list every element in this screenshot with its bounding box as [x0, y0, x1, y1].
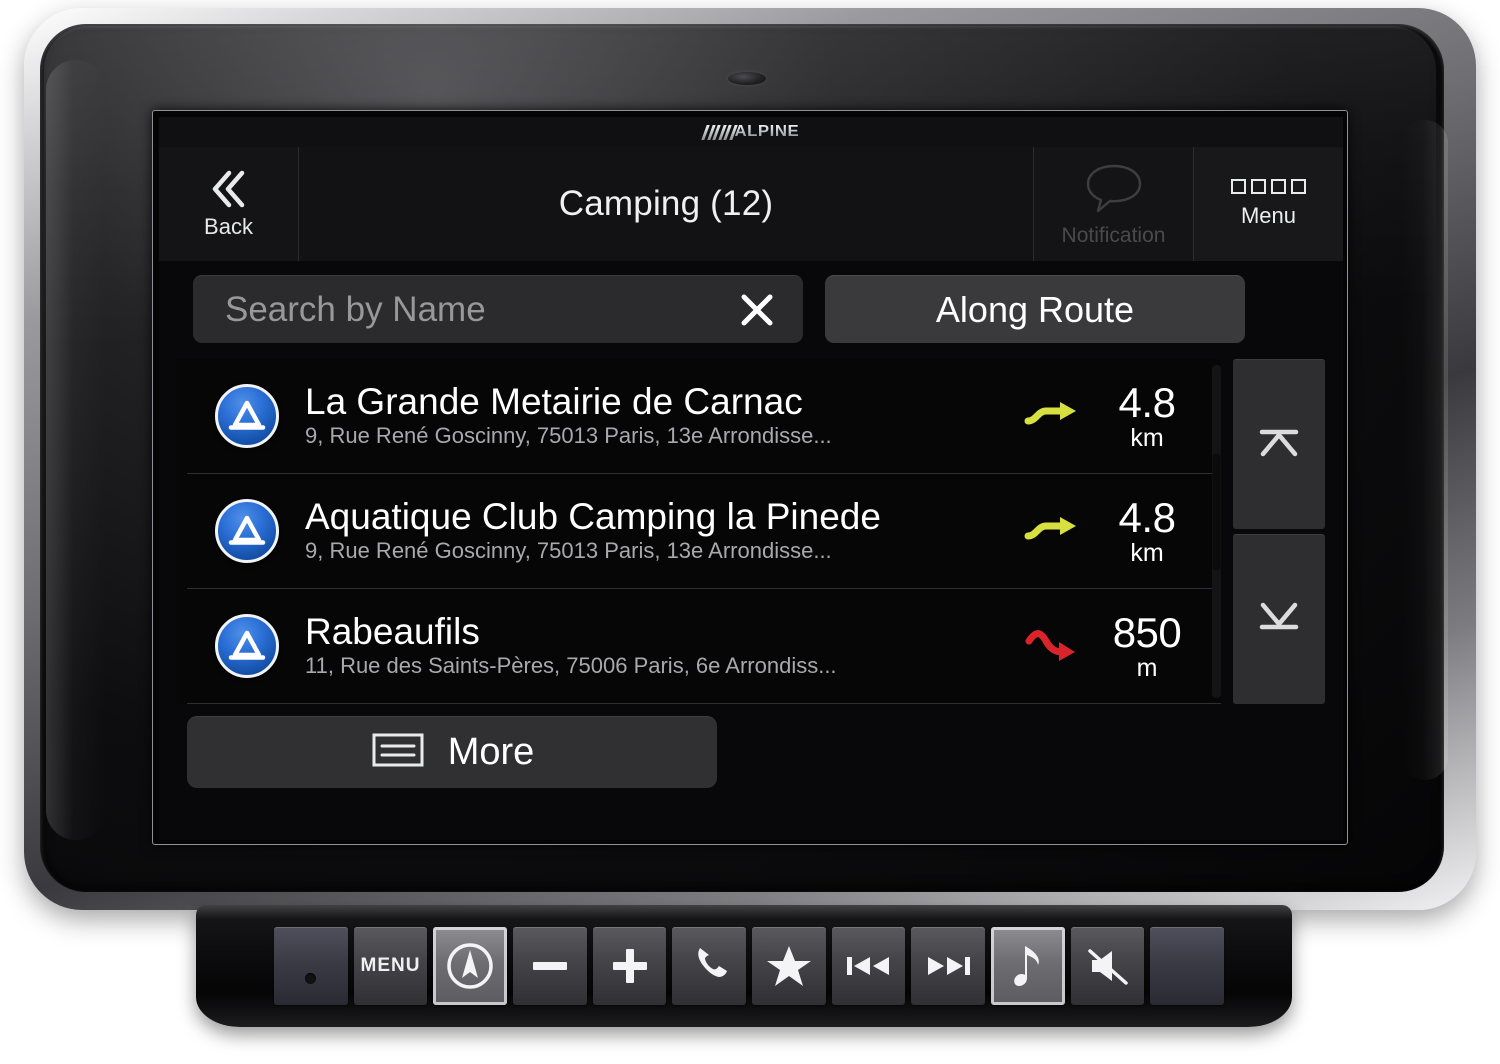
hw-button-menu[interactable]: MENU — [353, 927, 428, 1005]
mute-speaker-icon — [1084, 945, 1132, 987]
alpine-wordmark: ALPINE — [734, 123, 800, 140]
scrollbar-thumb[interactable] — [1212, 453, 1221, 571]
alpine-slashes-icon — [701, 124, 738, 140]
poi-distance: 850 m — [1007, 608, 1217, 682]
poi-distance: 4.8 km — [1007, 493, 1217, 567]
close-x-icon — [741, 294, 773, 325]
camping-tent-icon — [215, 614, 279, 678]
previous-track-icon — [843, 951, 895, 981]
more-button[interactable]: More — [187, 716, 717, 788]
poi-text: Aquatique Club Camping la Pinede 9, Rue … — [279, 498, 1007, 563]
distance-unit: km — [1130, 538, 1164, 567]
plus-icon — [606, 942, 654, 990]
distance-readout: 4.8 km — [1087, 378, 1207, 452]
star-icon — [765, 943, 813, 989]
distance-readout: 4.8 km — [1087, 493, 1207, 567]
notification-label: Notification — [1061, 223, 1166, 247]
camping-tent-icon — [215, 384, 279, 448]
music-note-icon — [1008, 941, 1048, 991]
arrow-ahead-icon — [1023, 514, 1081, 548]
app-header: Back Camping (12) Notification Menu — [159, 147, 1343, 261]
notification-button[interactable]: Notification — [1033, 147, 1193, 261]
hardware-button-row: MENU — [274, 927, 1225, 1005]
distance-value: 4.8 — [1118, 378, 1176, 426]
along-route-button[interactable]: Along Route — [825, 275, 1245, 343]
hw-button-next-track[interactable] — [911, 927, 986, 1005]
more-row: More — [177, 704, 1325, 788]
search-placeholder: Search by Name — [225, 289, 486, 329]
scrollbar-track[interactable] — [1212, 365, 1221, 698]
menu-button-label: Menu — [1240, 203, 1297, 228]
back-button[interactable]: Back — [159, 147, 299, 261]
hardware-button-bar: MENU — [196, 905, 1292, 1027]
table-row[interactable]: La Grande Metairie de Carnac 9, Rue René… — [187, 359, 1221, 474]
scroll-down-button[interactable] — [1233, 534, 1325, 704]
along-route-label: Along Route — [935, 288, 1135, 330]
poi-address: 9, Rue René Goscinny, 75013 Paris, 13e A… — [305, 424, 832, 449]
page-title-container: Camping (12) — [299, 147, 1033, 261]
list-zone: La Grande Metairie de Carnac 9, Rue René… — [177, 359, 1325, 704]
distance-unit: km — [1130, 423, 1164, 452]
poi-text: La Grande Metairie de Carnac 9, Rue René… — [279, 383, 1007, 448]
alpine-logo: ALPINE — [701, 123, 800, 141]
arrow-ahead-icon — [1023, 399, 1081, 433]
table-row[interactable]: Aquatique Club Camping la Pinede 9, Rue … — [187, 474, 1221, 589]
screen-content: ALPINE Back Camping (12) Notification Me… — [159, 117, 1343, 840]
next-track-icon — [922, 951, 974, 981]
jump-to-top-icon — [1255, 421, 1303, 468]
list-lines-icon — [370, 728, 426, 777]
ir-sensor-icon — [728, 72, 766, 85]
scroll-up-button[interactable] — [1233, 359, 1325, 529]
poi-text: Rabeaufils 11, Rue des Saints-Pères, 750… — [279, 613, 1007, 678]
minus-icon — [526, 942, 574, 990]
nav-compass-icon — [444, 940, 496, 992]
page-title: Camping (12) — [558, 184, 774, 223]
ir-dot-icon — [305, 972, 317, 984]
hw-button-phone[interactable] — [672, 927, 747, 1005]
distance-readout: 850 m — [1087, 608, 1207, 682]
hw-button-volume-down[interactable] — [513, 927, 587, 1005]
poi-name: Aquatique Club Camping la Pinede — [305, 498, 881, 538]
poi-list: La Grande Metairie de Carnac 9, Rue René… — [177, 359, 1221, 704]
speech-bubble-icon — [1084, 161, 1144, 220]
poi-address: 9, Rue René Goscinny, 75013 Paris, 13e A… — [305, 539, 832, 564]
table-row[interactable]: Rabeaufils 11, Rue des Saints-Pères, 750… — [187, 589, 1221, 704]
poi-address: 11, Rue des Saints-Pères, 75006 Paris, 6… — [305, 654, 837, 679]
hw-button-mute[interactable] — [1070, 927, 1145, 1005]
poi-name: Rabeaufils — [305, 613, 480, 653]
more-button-label: More — [447, 731, 535, 773]
four-squares-icon — [1231, 179, 1306, 194]
poi-distance: 4.8 km — [1007, 378, 1217, 452]
back-button-label: Back — [204, 214, 253, 239]
jump-to-bottom-icon — [1255, 596, 1303, 643]
hw-button-blank — [1150, 927, 1225, 1005]
scroll-buttons — [1233, 359, 1325, 704]
hw-menu-label: MENU — [360, 955, 421, 976]
hw-button-favorite[interactable] — [752, 927, 826, 1005]
hw-button-volume-up[interactable] — [592, 927, 667, 1005]
display-panel: ALPINE Back Camping (12) Notification Me… — [152, 110, 1348, 845]
camping-tent-icon — [215, 499, 279, 563]
search-input[interactable]: Search by Name — [193, 275, 803, 343]
hw-button-navigation[interactable] — [433, 927, 508, 1005]
distance-value: 850 — [1112, 608, 1182, 656]
distance-value: 4.8 — [1118, 493, 1176, 541]
poi-name: La Grande Metairie de Carnac — [305, 383, 803, 423]
hw-button-audio[interactable] — [991, 927, 1065, 1005]
phone-icon — [686, 943, 732, 989]
alpine-head-unit: ALPINE Back Camping (12) Notification Me… — [0, 0, 1500, 1064]
search-row: Search by Name Along Route — [177, 273, 1325, 345]
hw-button-ir-sensor — [274, 927, 348, 1005]
hw-button-previous-track[interactable] — [831, 927, 906, 1005]
distance-unit: m — [1136, 653, 1158, 682]
double-chevron-left-icon — [207, 168, 251, 210]
brand-logo-strip: ALPINE — [159, 117, 1343, 147]
menu-button[interactable]: Menu — [1193, 147, 1343, 261]
clear-search-button[interactable] — [737, 290, 777, 330]
arrow-behind-icon — [1023, 627, 1081, 665]
content-area: Search by Name Along Route La Grande Met… — [159, 261, 1343, 840]
